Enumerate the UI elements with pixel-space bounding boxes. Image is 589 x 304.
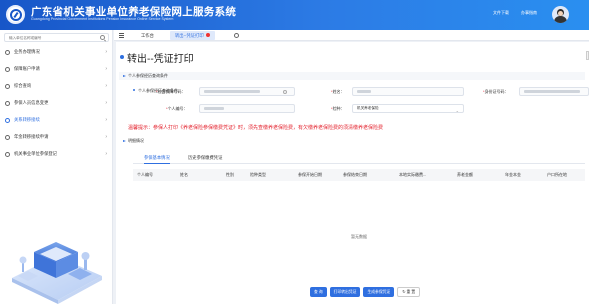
- sidebar-item-label: 业务办理情况: [14, 49, 40, 54]
- section-details[interactable]: 明细情况: [119, 137, 585, 145]
- chevron-right-icon: ›: [105, 134, 107, 140]
- circle-icon: [5, 66, 10, 72]
- print-transfer-button[interactable]: 打印转出凭证: [329, 287, 361, 297]
- name-label: *姓名：: [331, 89, 345, 94]
- sidebar-search-input[interactable]: [5, 34, 95, 41]
- chevron-right-icon: ›: [105, 100, 107, 106]
- main-content: 转出--凭证打印 个人参保经历查询条件 个人参保经历查询条件 *社会保障号码： …: [116, 42, 589, 304]
- column-header: 年金本金: [505, 172, 521, 177]
- ssn-label: *社会保障号码：: [156, 89, 186, 94]
- insurance-value: 机关养老保险: [357, 106, 379, 110]
- empty-state: 暂无数据: [351, 233, 367, 239]
- sidebar-item-label: 机关事业单位参保登记: [14, 151, 57, 156]
- detail-subtabs: 参保基本情况 历史参保缴费凭证: [133, 152, 585, 164]
- insurance-select[interactable]: 机关养老保险 ⌄: [352, 104, 464, 113]
- user-avatar[interactable]: [552, 6, 569, 23]
- tab-current[interactable]: 转出--凭证打印: [170, 31, 215, 40]
- query-button[interactable]: 查 询: [310, 287, 327, 297]
- chevron-right-icon: ›: [105, 49, 107, 55]
- ssn-input[interactable]: [199, 87, 295, 96]
- gear-icon[interactable]: [234, 33, 239, 38]
- sidebar-item-query[interactable]: 综合查询 ›: [0, 79, 112, 93]
- reset-button[interactable]: 重 置: [397, 287, 421, 297]
- warning-notice: 温馨提示：参保人打印《养老保险参保缴费凭证》时，须先查缴养老保险费，有欠缴养老保…: [128, 125, 384, 131]
- circle-icon: [5, 100, 10, 106]
- sidebar-item-registration[interactable]: 机关事业单位参保登记 ›: [0, 147, 112, 161]
- personal-no-label: *个人编号：: [166, 106, 188, 111]
- sidebar-item-transfer[interactable]: 关系转移接续 ›: [0, 113, 112, 127]
- title-bullet-icon: [120, 55, 124, 59]
- emblem-logo: [6, 5, 25, 24]
- chevron-right-icon: ›: [105, 66, 107, 72]
- circle-icon: [5, 83, 10, 89]
- id-number-input[interactable]: [519, 87, 589, 96]
- chevron-right-icon: ›: [105, 83, 107, 89]
- personal-no-input[interactable]: [199, 104, 295, 113]
- circle-icon: [5, 151, 10, 157]
- subtab-history-vouchers[interactable]: 历史参保缴费凭证: [188, 152, 222, 164]
- tab-home[interactable]: 工作台: [136, 31, 159, 40]
- chevron-right-icon: ›: [105, 151, 107, 157]
- close-icon[interactable]: [205, 33, 210, 38]
- chevron-right-icon: ›: [105, 117, 107, 123]
- page-title: 转出--凭证打印: [127, 54, 194, 65]
- column-header: 个人编号: [137, 172, 153, 177]
- sidebar-item-account-apply[interactable]: 保障账户申请 ›: [0, 62, 112, 76]
- insurance-label: *险种：: [331, 106, 345, 111]
- sidebar-item-info-change[interactable]: 参保人员信息变更 ›: [0, 96, 112, 110]
- section-query-conditions[interactable]: 个人参保经历查询条件: [119, 72, 585, 80]
- sidebar-item-business-status[interactable]: 业务办理情况 ›: [0, 45, 112, 59]
- column-header: 参保结束日期: [343, 172, 367, 177]
- name-input[interactable]: [352, 87, 464, 96]
- app-header: 广东省机关事业单位养老保险网上服务系统 Guangdong Provincial…: [0, 0, 589, 30]
- column-header: 本地实际缴费...: [399, 172, 427, 177]
- tab-current-label: 转出--凭证打印: [175, 33, 204, 38]
- sidebar-item-label: 关系转移接续: [14, 117, 40, 122]
- sidebar-item-label: 保障账户申请: [14, 66, 40, 71]
- id-number-label: *身份证号码：: [483, 89, 509, 94]
- column-header: 参保开始日期: [298, 172, 322, 177]
- records-table: 个人编号 姓名 性别 险种类型 参保开始日期 参保结束日期 本地实际缴费... …: [133, 169, 585, 292]
- isometric-illustration: [12, 242, 102, 304]
- generate-voucher-button[interactable]: 生成参保凭证: [363, 287, 395, 297]
- menu-icon[interactable]: [119, 33, 124, 38]
- sidebar-item-label: 参保人员信息变更: [14, 100, 49, 105]
- action-bar: 查 询 打印转出凭证 生成参保凭证 重 置: [310, 287, 421, 297]
- file-download-link[interactable]: 文件下载: [493, 10, 509, 16]
- column-header: 姓名: [180, 172, 188, 177]
- site-subtitle: Guangdong Provincial Government Institut…: [31, 17, 174, 21]
- search-icon[interactable]: [283, 90, 287, 94]
- circle-icon: [5, 134, 10, 140]
- column-header: 养老金额: [457, 172, 473, 177]
- chevron-down-icon: ⌄: [455, 108, 459, 113]
- header-links: 文件下载 办事指南: [493, 10, 537, 16]
- table-header: 个人编号 姓名 性别 险种类型 参保开始日期 参保结束日期 本地实际缴费... …: [133, 169, 585, 181]
- column-header: 户口所在地: [547, 172, 567, 177]
- circle-icon: [5, 49, 10, 55]
- sidebar-item-annuity-transfer[interactable]: 年金转移接续申请 ›: [0, 130, 112, 144]
- column-header: 性别: [226, 172, 234, 177]
- circle-icon: [5, 117, 10, 123]
- column-header: 险种类型: [250, 172, 266, 177]
- sidebar-item-label: 年金转移接续申请: [14, 134, 49, 139]
- tab-bar: 工作台 转出--凭证打印: [114, 30, 589, 41]
- sidebar-search: [4, 33, 109, 42]
- sidebar: 业务办理情况 › 保障账户申请 › 综合查询 › 参保人员信息变更 › 关系转移…: [0, 30, 113, 304]
- sidebar-item-label: 综合查询: [14, 83, 32, 88]
- subtab-basic-info[interactable]: 参保基本情况: [144, 152, 170, 164]
- search-icon[interactable]: [100, 35, 105, 40]
- service-guide-link[interactable]: 办事指南: [521, 10, 537, 16]
